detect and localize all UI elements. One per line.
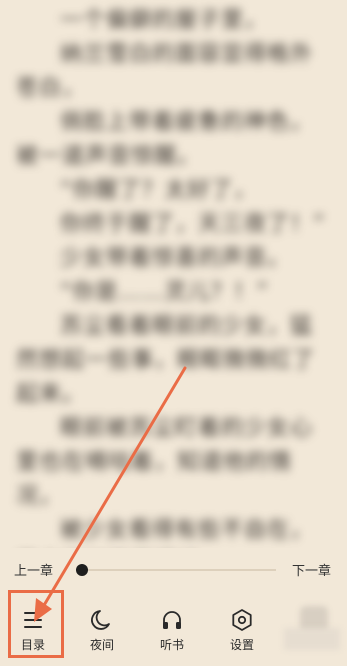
headphones-icon: [163, 611, 181, 629]
paragraph: “你醒了？太好了，: [60, 178, 257, 203]
chapter-progress-bar: 上一章 下一章: [0, 557, 347, 583]
paragraph: 被少女看得有些不自在，苏尘连忙移开视线。: [60, 518, 314, 543]
chapter-text: 一个偏僻的屋子里， 纳兰雪白的面容显得格外苍白， 俏脸上带着疲惫的神色，被一道声…: [16, 4, 331, 548]
night-mode-label: 夜间: [89, 638, 114, 652]
moon-icon: [91, 610, 110, 630]
settings-label: 设置: [229, 638, 254, 652]
progress-slider-track[interactable]: [80, 569, 276, 571]
progress-slider-handle[interactable]: [76, 564, 88, 576]
paragraph: 你终于醒了，天三夜了！”: [60, 212, 326, 237]
next-chapter-button[interactable]: 下一章: [292, 560, 331, 579]
annotation-highlight-box: [8, 590, 64, 658]
watermark: [284, 628, 340, 650]
paragraph: 一个偏僻的屋子里，: [60, 8, 268, 33]
settings-button[interactable]: 设置: [212, 608, 272, 653]
settings-icon: [232, 609, 252, 631]
listen-button[interactable]: 听书: [142, 608, 202, 653]
paragraph: 少女带着惊喜的声音。: [60, 246, 291, 271]
paragraph: 俏脸上带着疲惫的神色，被一道声音惊醒。: [16, 110, 314, 169]
listen-label: 听书: [159, 638, 184, 652]
paragraph: “你是……灵儿？！”: [60, 280, 269, 305]
prev-chapter-button[interactable]: 上一章: [14, 560, 53, 579]
paragraph: 眼前被苏尘盯着的少女心里也在嘀咕着，知道他的情况，: [16, 416, 314, 509]
paragraph: 苏尘看着眼前的少女，猛然想起一些事，眼眶微微红了起来。: [16, 314, 316, 407]
paragraph: 纳兰雪白的面容显得格外苍白，: [16, 42, 314, 101]
reading-content[interactable]: 一个偏僻的屋子里， 纳兰雪白的面容显得格外苍白， 俏脸上带着疲惫的神色，被一道声…: [0, 0, 347, 548]
night-mode-button[interactable]: 夜间: [72, 608, 132, 653]
